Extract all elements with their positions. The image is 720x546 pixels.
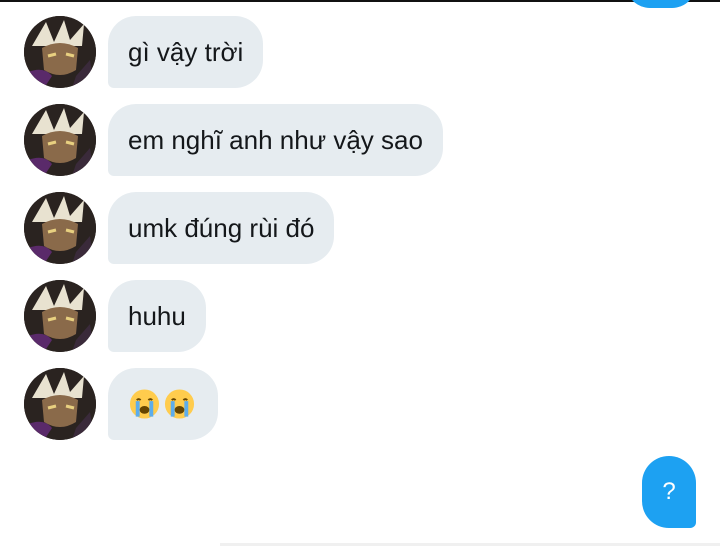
avatar-image (24, 16, 96, 88)
loudly-crying-face-icon (129, 389, 160, 419)
received-emoji-bubble[interactable] (108, 368, 218, 440)
message-text: gì vậy trời (128, 36, 244, 67)
avatar-image (24, 192, 96, 264)
previous-sent-bubble[interactable] (626, 0, 696, 8)
received-message-bubble[interactable]: gì vậy trời (108, 16, 264, 88)
avatar-image (24, 104, 96, 176)
received-message-bubble[interactable]: huhu (108, 280, 206, 352)
received-message-bubble[interactable]: em nghĩ anh như vậy sao (108, 104, 443, 176)
message-text: em nghĩ anh như vậy sao (128, 124, 423, 155)
avatar[interactable] (24, 104, 96, 176)
avatar[interactable] (24, 16, 96, 88)
avatar-image (24, 280, 96, 352)
avatar[interactable] (24, 280, 96, 352)
avatar-image (24, 368, 96, 440)
message-text: ? (662, 478, 676, 505)
message-text: huhu (128, 300, 186, 331)
avatar[interactable] (24, 368, 96, 440)
received-message-bubble[interactable]: umk đúng rùi đó (108, 192, 335, 264)
avatar[interactable] (24, 192, 96, 264)
top-divider (0, 0, 720, 2)
sent-message-bubble[interactable]: ? (642, 456, 696, 528)
message-text: umk đúng rùi đó (128, 212, 315, 243)
loudly-crying-face-icon (164, 389, 195, 419)
